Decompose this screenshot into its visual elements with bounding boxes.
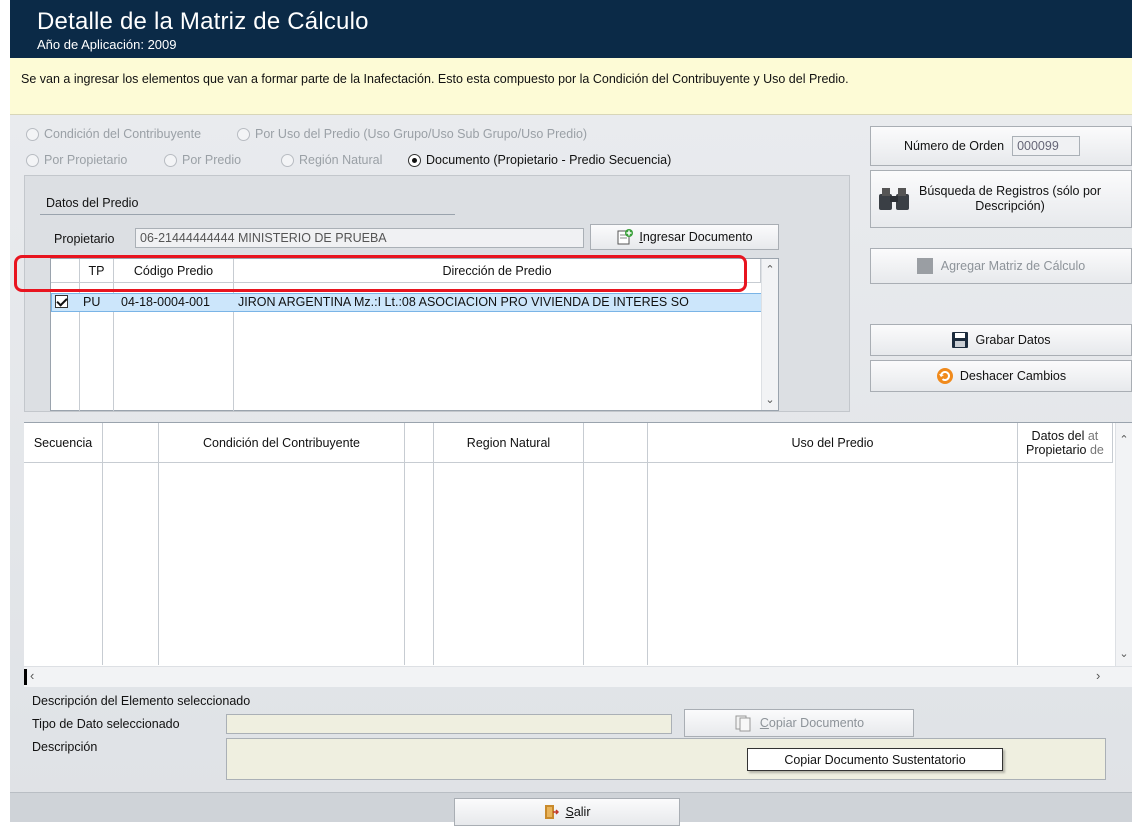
radio-documento[interactable]: Documento (Propietario - Predio Secuenci… [408,153,671,167]
busqueda-registros-button[interactable]: Búsqueda de Registros (sólo por Descripc… [870,170,1132,228]
grid2-header-datos-propietario[interactable]: Datos del at Propietario de [1018,423,1113,463]
grid-col-line [24,463,103,665]
radio-dot-selected [408,153,421,167]
vertical-scrollbar[interactable]: ⌃ ⌄ [761,259,778,410]
radio-dot [164,153,177,167]
ingresar-documento-button[interactable]: Ingresar Documento [590,224,779,250]
propietario-field[interactable]: 06-21444444444 MINISTERIO DE PRUEBA [135,228,584,248]
grid-col-line [434,463,584,665]
grid2-header-blank [405,423,434,463]
scroll-thumb[interactable] [24,669,27,685]
grid2-header-blank [584,423,648,463]
salir-label: alir [573,805,591,819]
grabar-datos-button[interactable]: Grabar Datos [870,324,1132,356]
header-line1: Datos del [1031,428,1085,443]
busqueda-label: Búsqueda de Registros (sólo por Descripc… [919,184,1101,214]
scroll-down-icon[interactable]: ⌄ [1116,645,1132,661]
scroll-down-icon[interactable]: ⌄ [762,391,778,407]
section-divider [40,214,455,215]
grid-col-line [584,463,648,665]
numero-orden-label: Número de Orden [904,139,1005,153]
header-line2b: de [1089,442,1104,457]
numero-orden-box: Número de Orden 000099 [870,126,1132,166]
row-codigo: 04-18-0004-001 [121,295,210,309]
scroll-left-icon[interactable]: ‹ [30,668,34,683]
scroll-right-icon[interactable]: › [1096,668,1100,683]
tooltip: Copiar Documento Sustentatorio [747,748,1003,771]
page-title: Detalle de la Matriz de Cálculo [37,8,369,35]
undo-icon [936,368,953,384]
radio-dot [281,153,294,167]
vertical-scrollbar[interactable]: ⌃ ⌄ [1115,423,1132,666]
grid2-header-region[interactable]: Region Natural [434,423,584,463]
title-bar: Detalle de la Matriz de Cálculo Año de A… [10,0,1132,58]
datos-predio-title: Datos del Predio [46,196,139,210]
desc-elemento-label: Descripción del Elemento seleccionado [32,694,251,708]
grid-col-line [103,463,159,665]
header-line2: Propietario [1026,442,1087,457]
grid2-header-uso[interactable]: Uso del Predio [648,423,1018,463]
agregar-matriz-button[interactable]: Agregar Matriz de Cálculo [870,248,1132,284]
copiar-label: opiar Documento [768,716,865,730]
tipo-dato-label: Tipo de Dato seleccionado [32,717,180,731]
row-direccion: JIRON ARGENTINA Mz.:I Lt.:08 ASOCIACION … [238,295,689,309]
grid-icon [916,258,933,274]
binoculars-icon [879,188,909,210]
info-text: Se van a ingresar los elementos que van … [21,72,849,86]
copiar-documento-button[interactable]: Copiar Documento [684,709,914,737]
grid2-header-condicion[interactable]: Condición del Contribuyente [159,423,405,463]
deshacer-cambios-button[interactable]: Deshacer Cambios [870,360,1132,392]
grid2-header-secuencia[interactable]: Secuencia [24,423,103,463]
row-tp: PU [83,295,101,309]
radio-dot [26,153,39,167]
header-line1b: at [1087,428,1099,443]
row-checkbox[interactable] [55,295,68,308]
busqueda-line2: Descripción) [975,199,1045,213]
radio-condicion-contribuyente[interactable]: Condición del Contribuyente [26,127,201,141]
copiar-mnemonic: C [759,716,769,730]
radio-dot [237,127,250,141]
scroll-up-icon[interactable]: ⌃ [762,261,778,277]
grid-col-line [405,463,434,665]
propietario-label: Propietario [54,232,115,246]
deshacer-label: Deshacer Cambios [959,369,1067,383]
matriz-grid[interactable]: Secuencia Condición del Contribuyente Re… [24,422,1132,687]
document-add-icon [617,229,634,245]
ingresar-label: ngresar Documento [642,230,753,244]
radio-dot [26,127,39,141]
page-subtitle: Año de Aplicación: 2009 [37,37,177,52]
tipo-dato-field[interactable] [226,714,672,734]
highlight-annotation [14,255,747,292]
grid2-header-blank [103,423,159,463]
grid-col-line [648,463,1018,665]
table-row[interactable]: PU 04-18-0004-001 JIRON ARGENTINA Mz.:I … [51,293,778,312]
radio-region-natural[interactable]: Región Natural [281,153,382,167]
grid-col-line [159,463,405,665]
save-icon [952,332,969,348]
info-banner: Se van a ingresar los elementos que van … [10,58,1132,115]
agregar-label: Agregar Matriz de Cálculo [940,259,1086,273]
exit-door-icon [545,805,560,819]
horizontal-scrollbar[interactable]: ‹ › [24,666,1132,687]
descripcion-label: Descripción [32,740,98,754]
radio-por-propietario[interactable]: Por Propietario [26,153,127,167]
radio-uso-predio[interactable]: Por Uso del Predio (Uso Grupo/Uso Sub Gr… [237,127,587,141]
salir-mnemonic: S [565,805,574,819]
copy-icon [735,715,751,732]
scroll-up-icon[interactable]: ⌃ [1116,431,1132,447]
busqueda-line1: Búsqueda de Registros (sólo por [919,184,1102,198]
numero-orden-field[interactable]: 000099 [1012,136,1081,156]
grabar-label: Grabar Datos [975,333,1051,347]
radio-por-predio[interactable]: Por Predio [164,153,241,167]
